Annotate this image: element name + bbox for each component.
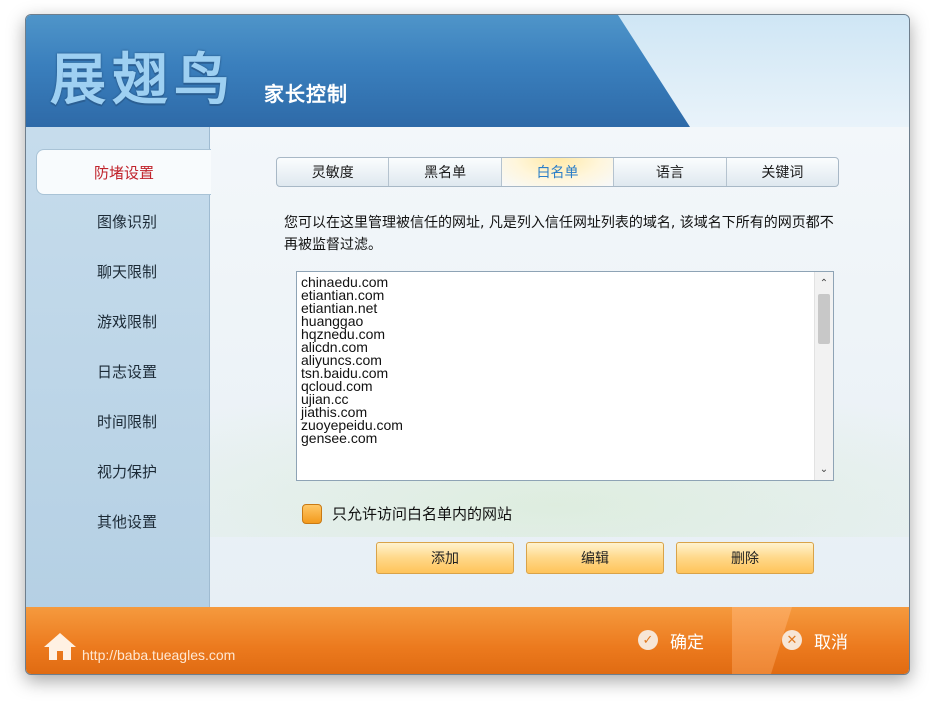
only-whitelist-option[interactable]: 只允许访问白名单内的网站: [302, 503, 512, 524]
cancel-button[interactable]: ✕ 取消: [782, 625, 848, 655]
list-item[interactable]: tsn.baidu.com: [301, 366, 806, 380]
app-subtitle: 家长控制: [264, 82, 348, 106]
scroll-up-icon[interactable]: ⌃: [815, 274, 833, 292]
tab-language[interactable]: 语言: [614, 158, 727, 186]
footer: http://baba.tueagles.com ✓ 确定 ✕ 取消: [26, 607, 909, 674]
app-window: 展翅鸟 家长控制 防堵设置 图像识别 聊天限制 游戏限制 日志设置 时间限制 视…: [25, 14, 910, 675]
sidebar-item-image-recognition[interactable]: 图像识别: [44, 199, 210, 243]
tab-keywords[interactable]: 关键词: [727, 158, 838, 186]
list-item[interactable]: ujian.cc: [301, 392, 806, 406]
sidebar-item-eye-protection[interactable]: 视力保护: [44, 449, 210, 493]
list-item[interactable]: qcloud.com: [301, 379, 806, 393]
header-shine: [618, 15, 909, 127]
settings-tabs: 灵敏度 黑名单 白名单 语言 关键词: [276, 157, 839, 187]
edit-button[interactable]: 编辑: [526, 542, 664, 574]
confirm-label: 确定: [670, 632, 704, 653]
list-item[interactable]: hqznedu.com: [301, 327, 806, 341]
whitelist-description: 您可以在这里管理被信任的网址, 凡是列入信任网址列表的域名, 该域名下所有的网页…: [284, 215, 834, 253]
whitelist-items: chinaedu.com etiantian.com etiantian.net…: [301, 275, 806, 445]
tab-blacklist[interactable]: 黑名单: [389, 158, 502, 186]
sidebar-item-log-settings[interactable]: 日志设置: [44, 349, 210, 393]
header: 展翅鸟 家长控制: [26, 15, 909, 127]
tab-sensitivity[interactable]: 灵敏度: [277, 158, 390, 186]
tab-whitelist[interactable]: 白名单: [501, 158, 615, 186]
close-icon: ✕: [782, 630, 802, 650]
vertical-scrollbar[interactable]: ⌃ ⌄: [814, 272, 833, 480]
check-icon: ✓: [638, 630, 658, 650]
scroll-down-icon[interactable]: ⌄: [815, 460, 833, 478]
sidebar-item-game-limit[interactable]: 游戏限制: [44, 299, 210, 343]
sidebar-item-other-settings[interactable]: 其他设置: [44, 499, 210, 543]
sidebar-item-time-limit[interactable]: 时间限制: [44, 399, 210, 443]
list-item[interactable]: etiantian.net: [301, 301, 806, 315]
only-whitelist-checkbox[interactable]: [302, 503, 322, 524]
delete-button[interactable]: 删除: [676, 542, 814, 574]
scroll-thumb[interactable]: [818, 294, 830, 344]
footer-url[interactable]: http://baba.tueagles.com: [82, 647, 235, 663]
home-icon[interactable]: [42, 631, 78, 665]
confirm-button[interactable]: ✓ 确定: [638, 625, 704, 655]
sidebar-item-chat-limit[interactable]: 聊天限制: [44, 249, 210, 293]
add-button[interactable]: 添加: [376, 542, 514, 574]
sidebar: 防堵设置 图像识别 聊天限制 游戏限制 日志设置 时间限制 视力保护 其他设置: [26, 127, 211, 607]
list-item[interactable]: gensee.com: [301, 431, 806, 445]
only-whitelist-label: 只允许访问白名单内的网站: [332, 505, 513, 523]
whitelist-listbox[interactable]: chinaedu.com etiantian.com etiantian.net…: [296, 271, 834, 481]
cancel-label: 取消: [814, 632, 848, 653]
app-logo: 展翅鸟: [50, 47, 236, 113]
sidebar-item-blocking-settings[interactable]: 防堵设置: [36, 149, 211, 195]
